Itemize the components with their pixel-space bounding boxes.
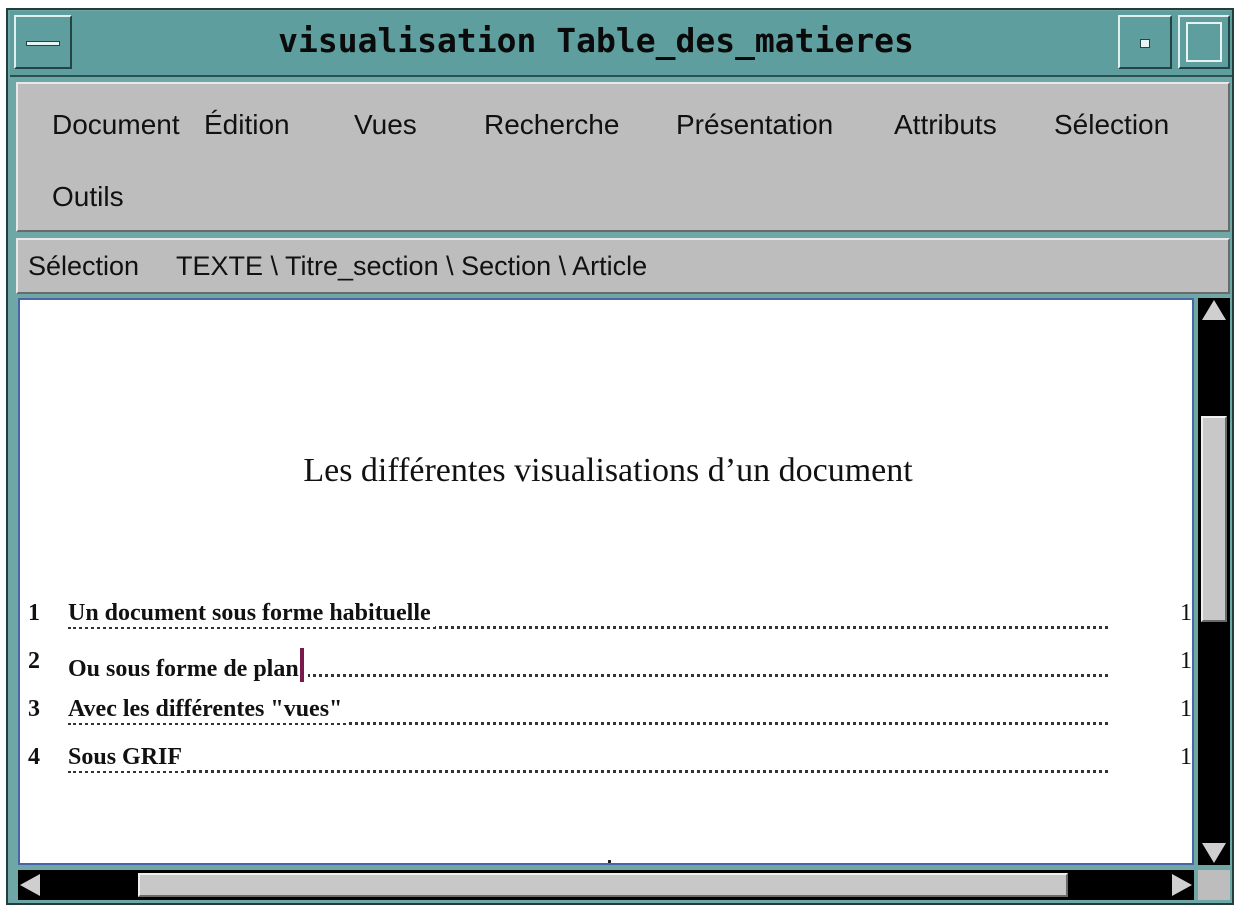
menu-edition[interactable]: Édition xyxy=(204,108,290,142)
selection-bar: Sélection TEXTE \ Titre_section \ Sectio… xyxy=(16,238,1230,294)
toc-leader xyxy=(68,756,1108,773)
toc-page: 1 xyxy=(1180,600,1192,626)
toc-text[interactable]: Avec les différentes "vues" xyxy=(68,696,347,723)
toc-entry[interactable]: 2 Ou sous forme de plan 1 xyxy=(28,648,1192,688)
minimize-icon xyxy=(1140,39,1150,48)
selection-path: TEXTE \ Titre_section \ Section \ Articl… xyxy=(176,251,648,281)
scroll-left-arrow-icon[interactable] xyxy=(20,874,40,896)
menu-selection[interactable]: Sélection xyxy=(1054,108,1169,142)
menu-outils[interactable]: Outils xyxy=(52,180,124,214)
toc-number: 4 xyxy=(28,744,40,770)
minimize-button[interactable] xyxy=(1118,15,1172,69)
menu-document[interactable]: Document xyxy=(52,108,180,142)
menu-recherche[interactable]: Recherche xyxy=(484,108,619,142)
toc-entry[interactable]: 4 Sous GRIF 1 xyxy=(28,744,1192,784)
stray-dot xyxy=(608,860,611,863)
maximize-button[interactable] xyxy=(1178,15,1230,69)
toc-page: 1 xyxy=(1180,744,1192,770)
selection-label: Sélection xyxy=(28,251,140,281)
toc-number: 2 xyxy=(28,648,40,674)
vertical-scroll-thumb[interactable] xyxy=(1201,416,1227,622)
menu-vues[interactable]: Vues xyxy=(354,108,417,142)
toc-text[interactable]: Ou sous forme de plan xyxy=(68,656,299,682)
scroll-up-arrow-icon[interactable] xyxy=(1202,300,1226,320)
window-menu-icon xyxy=(26,41,60,46)
window-menu-button[interactable] xyxy=(14,15,72,69)
maximize-icon xyxy=(1186,22,1222,62)
horizontal-scroll-thumb[interactable] xyxy=(138,873,1068,897)
vertical-scrollbar[interactable] xyxy=(1198,298,1230,865)
document-view[interactable]: Les différentes visualisations d’un docu… xyxy=(18,298,1194,865)
scroll-right-arrow-icon[interactable] xyxy=(1172,874,1192,896)
toc-text-with-caret[interactable]: Ou sous forme de plan xyxy=(68,648,308,683)
toc-number: 1 xyxy=(28,600,40,626)
document-title[interactable]: Les différentes visualisations d’un docu… xyxy=(20,452,1196,490)
toc-number: 3 xyxy=(28,696,40,722)
window-title: visualisation Table_des_matieres xyxy=(278,21,914,60)
toc-text[interactable]: Sous GRIF xyxy=(68,744,187,771)
scrollbar-corner xyxy=(1198,870,1230,900)
menu-presentation[interactable]: Présentation xyxy=(676,108,833,142)
toc-entry[interactable]: 1 Un document sous forme habituelle 1 xyxy=(28,600,1192,640)
scroll-down-arrow-icon[interactable] xyxy=(1202,843,1226,863)
horizontal-scrollbar[interactable] xyxy=(18,870,1194,900)
toc-page: 1 xyxy=(1180,648,1192,674)
menu-bar: Document Édition Vues Recherche Présenta… xyxy=(16,82,1230,232)
toc-entry[interactable]: 3 Avec les différentes "vues" 1 xyxy=(28,696,1192,736)
toc-page: 1 xyxy=(1180,696,1192,722)
text-caret xyxy=(299,648,304,682)
title-bar[interactable]: visualisation Table_des_matieres xyxy=(10,11,1232,77)
menu-attributs[interactable]: Attributs xyxy=(894,108,997,142)
toc-text[interactable]: Un document sous forme habituelle xyxy=(68,600,435,627)
